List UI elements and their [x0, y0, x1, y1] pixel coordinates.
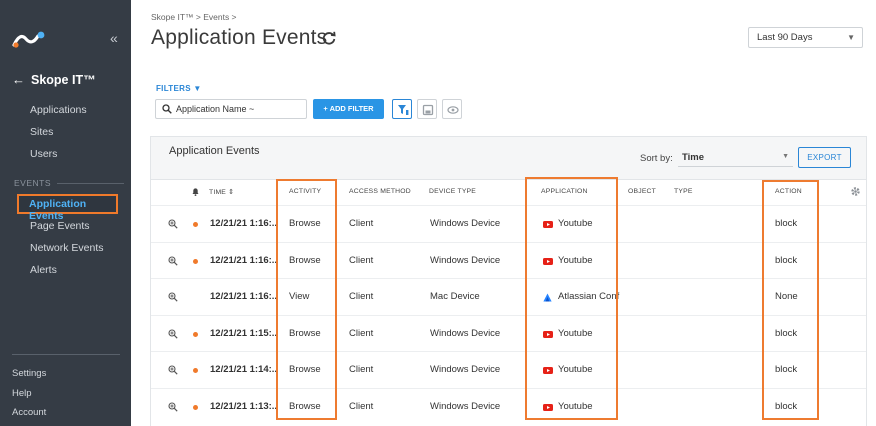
cell-device-type: Windows Device	[430, 364, 501, 376]
row-divider	[151, 278, 866, 280]
sidebar-item-page-events[interactable]: Page Events	[30, 220, 90, 232]
cell-access-method: Client	[349, 327, 374, 339]
cell-time: 12/21/21 1:16:..	[210, 291, 278, 303]
column-header-type[interactable]: TYPE	[674, 188, 693, 195]
cell-time: 12/21/21 1:16:..	[210, 254, 278, 266]
cell-access-method: Client	[349, 218, 374, 229]
date-range-select[interactable]: Last 90 Days ▼	[748, 27, 863, 48]
chevron-down-icon: ▼	[782, 153, 789, 160]
cell-device-type: Mac Device	[430, 291, 480, 303]
section-divider	[57, 182, 124, 184]
row-divider	[151, 241, 866, 243]
zoom-in-icon[interactable]	[168, 365, 178, 376]
save-filter-button[interactable]	[417, 99, 437, 119]
back-to-skope-it[interactable]: ← Skope IT™	[12, 72, 96, 87]
search-icon	[162, 104, 172, 114]
view-filter-button[interactable]	[442, 99, 462, 119]
events-table-card: Application Events Sort by: Time ▼ EXPOR…	[150, 136, 867, 426]
zoom-in-icon[interactable]	[168, 256, 178, 266]
card-header: Application Events Sort by: Time ▼ EXPOR…	[151, 137, 866, 180]
sidebar-item-label: Application Events	[29, 198, 87, 222]
netskope-logo-icon[interactable]	[12, 30, 46, 48]
filter-icon	[398, 105, 409, 115]
export-button[interactable]: EXPORT	[798, 147, 851, 168]
alert-dot-icon	[193, 331, 198, 337]
filters-toggle[interactable]: FILTERS ▼	[156, 84, 202, 93]
sidebar-item-help[interactable]: Help	[12, 388, 32, 399]
sidebar-item-alerts[interactable]: Alerts	[30, 264, 57, 276]
sort-by-value: Time	[682, 152, 705, 163]
sidebar-item-sites[interactable]: Sites	[30, 126, 53, 138]
back-arrow-icon: ←	[12, 72, 25, 87]
cell-access-method: Client	[349, 254, 374, 266]
row-divider	[151, 314, 866, 316]
save-icon	[422, 104, 434, 116]
application-name-filter-input[interactable]: Application Name ~	[155, 99, 307, 119]
alert-dot-icon	[193, 405, 198, 410]
filter-options-button[interactable]	[392, 99, 412, 119]
cell-time: 12/21/21 1:13:..	[210, 401, 278, 412]
card-title: Application Events	[169, 145, 260, 157]
zoom-in-icon[interactable]	[168, 219, 178, 229]
page-title: Application Events	[151, 26, 328, 49]
back-label: Skope IT™	[31, 72, 96, 87]
events-section-label: EVENTS	[14, 178, 124, 188]
sort-by-label: Sort by:	[640, 153, 673, 164]
sidebar-item-users[interactable]: Users	[30, 148, 57, 160]
column-header-object[interactable]: OBJECT	[628, 188, 656, 195]
zoom-in-icon[interactable]	[168, 402, 178, 412]
activity-column-highlight	[276, 179, 337, 420]
sidebar-divider	[12, 354, 120, 355]
column-header-access-method[interactable]: ACCESS METHOD	[349, 188, 411, 195]
chevron-down-icon: ▼	[847, 33, 855, 42]
column-header-device-type[interactable]: DEVICE TYPE	[429, 188, 476, 195]
add-filter-button[interactable]: + ADD FILTER	[313, 99, 384, 119]
search-value: Application Name ~	[176, 104, 255, 114]
cell-time: 12/21/21 1:15:..	[210, 327, 278, 339]
zoom-in-icon[interactable]	[168, 329, 178, 339]
sidebar-item-account[interactable]: Account	[12, 407, 46, 418]
column-header-time[interactable]: TIME ⇕	[209, 188, 234, 196]
cell-access-method: Client	[349, 364, 374, 376]
sidebar-item-application-events[interactable]: Application Events	[17, 194, 118, 222]
sidebar-item-applications[interactable]: Applications	[30, 104, 87, 116]
zoom-in-icon[interactable]	[168, 292, 178, 302]
cell-device-type: Windows Device	[430, 218, 501, 229]
breadcrumb[interactable]: Skope IT™ > Events >	[151, 12, 237, 22]
eye-icon	[447, 106, 459, 114]
action-column-highlight	[762, 180, 819, 420]
bell-icon	[192, 188, 199, 196]
alert-dot-icon	[193, 258, 198, 264]
cell-time: 12/21/21 1:14:..	[210, 364, 278, 376]
collapse-sidebar-icon[interactable]: «	[110, 30, 118, 46]
sidebar-item-network-events[interactable]: Network Events	[30, 242, 104, 254]
sidebar: « ← Skope IT™ Applications Sites Users E…	[0, 0, 131, 426]
cell-device-type: Windows Device	[430, 254, 501, 266]
cell-access-method: Client	[349, 401, 374, 412]
alert-dot-icon	[193, 222, 198, 227]
events-section-text: EVENTS	[14, 178, 52, 188]
cell-device-type: Windows Device	[430, 327, 501, 339]
cell-time: 12/21/21 1:16:..	[210, 218, 278, 229]
application-column-highlight	[525, 177, 618, 420]
row-divider	[151, 205, 866, 206]
refresh-icon[interactable]	[321, 30, 337, 46]
cell-access-method: Client	[349, 291, 374, 303]
row-divider	[151, 388, 866, 389]
alert-dot-icon	[193, 368, 198, 374]
row-divider	[151, 351, 866, 353]
gear-icon[interactable]	[850, 186, 861, 197]
sort-by-select[interactable]: Time ▼	[678, 149, 793, 167]
cell-device-type: Windows Device	[430, 401, 501, 412]
sidebar-item-settings[interactable]: Settings	[12, 368, 46, 379]
date-range-value: Last 90 Days	[757, 32, 813, 43]
